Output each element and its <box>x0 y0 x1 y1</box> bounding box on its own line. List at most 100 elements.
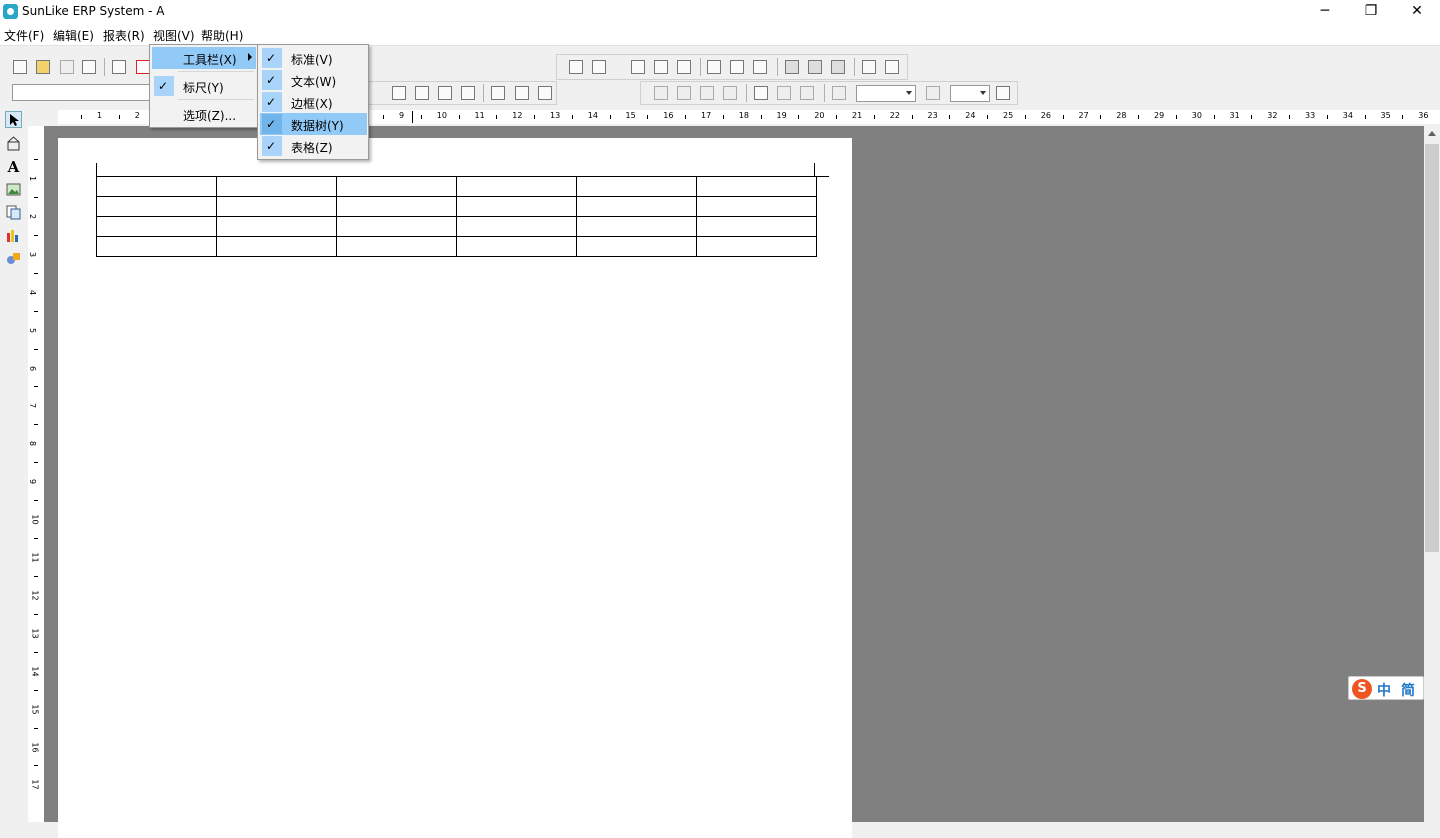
table-cell[interactable] <box>696 196 817 217</box>
fill-color-icon[interactable] <box>832 86 846 100</box>
table-cell[interactable] <box>96 196 217 217</box>
tree-child-icon[interactable] <box>707 60 721 74</box>
table-cell[interactable] <box>456 176 577 197</box>
shapes-icon[interactable] <box>5 250 22 267</box>
table-cell[interactable] <box>576 196 697 217</box>
table-cell[interactable] <box>576 236 697 257</box>
border-none-icon[interactable] <box>777 86 791 100</box>
submenu-item-datatree[interactable]: ✓ 数据树(Y) <box>260 113 367 135</box>
table-cell[interactable] <box>336 196 457 217</box>
close-button[interactable]: ✕ <box>1394 0 1440 24</box>
table-cell[interactable] <box>336 216 457 237</box>
line-color-combo[interactable] <box>950 85 990 102</box>
border-horizontal-icon[interactable] <box>700 86 714 100</box>
table-cell[interactable] <box>96 236 217 257</box>
table-cell[interactable] <box>696 176 817 197</box>
tree-outdent-icon[interactable] <box>677 60 691 74</box>
submenu-item-standard[interactable]: ✓ 标准(V) <box>260 47 367 69</box>
print-preview-icon[interactable] <box>82 60 96 74</box>
barcode-a-icon[interactable] <box>491 86 505 100</box>
open-folder-icon[interactable] <box>36 60 50 74</box>
toolbar-separator <box>777 58 778 76</box>
line-color-icon[interactable] <box>926 86 940 100</box>
menu-item-ruler[interactable]: ✓ 标尺(Y) <box>152 75 256 97</box>
border-vertical-icon[interactable] <box>723 86 737 100</box>
table-cell[interactable] <box>96 176 217 197</box>
chart-icon[interactable] <box>5 227 22 244</box>
tree-expand-icon[interactable] <box>753 60 767 74</box>
border-inner-icon[interactable] <box>677 86 691 100</box>
menu-item-toolbar[interactable]: 工具栏(X) <box>152 47 256 69</box>
group-band-icon[interactable] <box>592 60 606 74</box>
col-width-icon[interactable] <box>885 60 899 74</box>
menu-item-label: 表格(Z) <box>291 141 333 155</box>
minimize-button[interactable]: ─ <box>1302 0 1348 24</box>
submenu-item-table[interactable]: ✓ 表格(Z) <box>260 135 367 157</box>
table-body-icon[interactable] <box>808 60 822 74</box>
align-justify-icon[interactable] <box>461 86 475 100</box>
field-icon[interactable] <box>5 204 22 221</box>
menu-item-options[interactable]: 选项(Z)... <box>152 103 256 125</box>
align-left-icon[interactable] <box>392 86 406 100</box>
align-center-icon[interactable] <box>415 86 429 100</box>
tree-sibling-icon[interactable] <box>730 60 744 74</box>
maximize-button[interactable]: ❐ <box>1348 0 1394 24</box>
chevron-down-icon <box>906 91 912 95</box>
table-cell[interactable] <box>696 216 817 237</box>
ruler-number: 32 <box>1267 111 1278 120</box>
delete-icon[interactable] <box>136 60 150 74</box>
barcode-b-icon[interactable] <box>515 86 529 100</box>
border-all-icon[interactable] <box>654 86 668 100</box>
menu-report[interactable]: 报表(R) <box>103 27 145 44</box>
border-outer-icon[interactable] <box>754 86 768 100</box>
table-cell[interactable] <box>456 236 577 257</box>
table-cell[interactable] <box>576 216 697 237</box>
fill-color-combo[interactable] <box>856 85 916 102</box>
pointer-icon[interactable] <box>5 111 22 128</box>
table-footer-icon[interactable] <box>831 60 845 74</box>
table-cell[interactable] <box>336 236 457 257</box>
table-cell[interactable] <box>96 216 217 237</box>
report-table[interactable] <box>96 176 817 257</box>
vertical-scrollbar[interactable] <box>1424 126 1440 822</box>
align-right-icon[interactable] <box>438 86 452 100</box>
table-cell[interactable] <box>696 236 817 257</box>
line-style-icon[interactable] <box>996 86 1010 100</box>
table-cell[interactable] <box>576 176 697 197</box>
new-report-icon[interactable] <box>112 60 126 74</box>
submenu-item-text[interactable]: ✓ 文本(W) <box>260 69 367 91</box>
table-cell[interactable] <box>216 196 337 217</box>
ime-indicator[interactable]: S 中 简 <box>1348 676 1424 700</box>
edit-field-icon[interactable] <box>569 60 583 74</box>
save-icon[interactable] <box>60 60 74 74</box>
menu-file[interactable]: 文件(F) <box>4 27 44 44</box>
table-cell[interactable] <box>216 216 337 237</box>
menu-view[interactable]: 视图(V) <box>153 27 195 44</box>
tree-insert-icon[interactable] <box>631 60 645 74</box>
scroll-up-icon[interactable] <box>1428 131 1436 136</box>
table-cell[interactable] <box>336 176 457 197</box>
menu-help[interactable]: 帮助(H) <box>201 27 243 44</box>
database-icon[interactable] <box>5 135 22 152</box>
ime-mode[interactable]: 中 <box>1377 680 1391 700</box>
new-file-icon[interactable] <box>13 60 27 74</box>
report-workspace[interactable] <box>44 126 1424 838</box>
table-cell[interactable] <box>456 196 577 217</box>
text-icon[interactable]: A <box>5 158 22 176</box>
table-cell[interactable] <box>216 236 337 257</box>
menu-edit[interactable]: 编辑(E) <box>53 27 94 44</box>
border-bottom-icon[interactable] <box>800 86 814 100</box>
dropdown-arrow-icon[interactable] <box>625 58 626 76</box>
ime-charset[interactable]: 简 <box>1401 680 1415 700</box>
image-icon[interactable] <box>5 181 22 198</box>
submenu-item-border[interactable]: ✓ 边框(X) <box>260 91 367 113</box>
row-height-icon[interactable] <box>862 60 876 74</box>
barcode-c-icon[interactable] <box>538 86 552 100</box>
report-page[interactable] <box>58 138 852 838</box>
table-cell[interactable] <box>456 216 577 237</box>
scroll-thumb[interactable] <box>1425 144 1439 552</box>
font-name-combo[interactable] <box>12 84 152 101</box>
tree-indent-icon[interactable] <box>654 60 668 74</box>
table-header-icon[interactable] <box>785 60 799 74</box>
table-cell[interactable] <box>216 176 337 197</box>
